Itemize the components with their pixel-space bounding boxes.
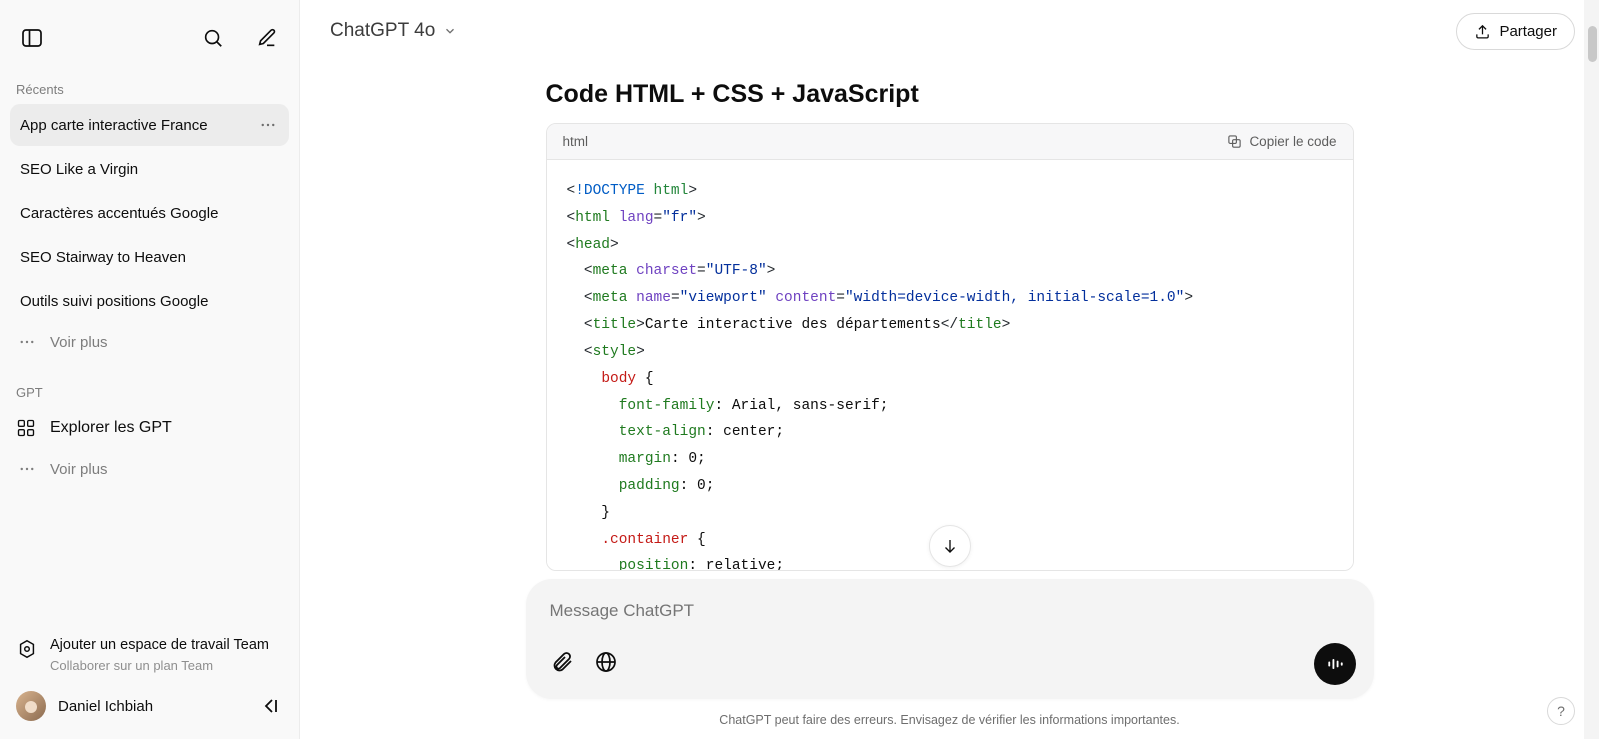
composer xyxy=(526,579,1374,699)
paperclip-icon xyxy=(550,650,574,674)
edit-icon xyxy=(256,27,278,49)
copy-icon xyxy=(1227,134,1242,149)
chat-item-label: SEO Like a Virgin xyxy=(20,161,138,178)
search-icon xyxy=(202,27,224,49)
sidebar-icon xyxy=(20,26,44,50)
see-more-label: Voir plus xyxy=(50,461,108,478)
avatar xyxy=(16,691,46,721)
see-more-recent[interactable]: Voir plus xyxy=(10,323,289,361)
dots-icon xyxy=(18,460,36,478)
add-team-workspace[interactable]: Ajouter un espace de travail Team Collab… xyxy=(10,626,289,681)
message-input[interactable] xyxy=(546,597,1356,625)
scrollbar-thumb[interactable] xyxy=(1588,26,1597,62)
attach-button[interactable] xyxy=(550,650,574,679)
copy-code-label: Copier le code xyxy=(1249,134,1336,149)
search-button[interactable] xyxy=(195,20,231,56)
chat-item[interactable]: SEO Like a Virgin xyxy=(10,148,289,190)
upload-icon xyxy=(1474,23,1491,40)
explore-gpt-button[interactable]: Explorer les GPT xyxy=(10,406,289,450)
dots-icon xyxy=(259,116,277,134)
share-label: Partager xyxy=(1499,23,1557,40)
code-header: html Copier le code xyxy=(547,124,1353,160)
toggle-sidebar-button[interactable] xyxy=(14,20,50,56)
message-title: Code HTML + CSS + JavaScript xyxy=(546,80,1354,109)
chat-item-label: App carte interactive France xyxy=(20,117,208,134)
grid-icon xyxy=(16,418,36,438)
code-block: html Copier le code <!DOCTYPE html> <htm… xyxy=(546,123,1354,571)
chat-item[interactable]: Outils suivi positions Google xyxy=(10,280,289,322)
user-name: Daniel Ichbiah xyxy=(58,698,153,715)
waveform-icon xyxy=(1325,654,1345,674)
section-title-recent: Récents xyxy=(10,76,289,103)
section-title-gpt: GPT xyxy=(10,379,289,406)
share-button[interactable]: Partager xyxy=(1456,13,1575,50)
question-icon: ? xyxy=(1557,703,1565,719)
chat-item-label: SEO Stairway to Heaven xyxy=(20,249,186,266)
code-body[interactable]: <!DOCTYPE html> <html lang="fr"> <head> … xyxy=(547,160,1353,570)
team-sub: Collaborer sur un plan Team xyxy=(50,658,269,673)
chat-item-label: Caractères accentués Google xyxy=(20,205,218,222)
globe-icon xyxy=(594,650,618,674)
footer-disclaimer: ChatGPT peut faire des erreurs. Envisage… xyxy=(300,713,1599,727)
see-more-gpt[interactable]: Voir plus xyxy=(10,450,289,488)
chat-item[interactable]: Caractères accentués Google xyxy=(10,192,289,234)
hex-icon xyxy=(16,638,38,660)
sidebar: Récents App carte interactive France SEO… xyxy=(0,0,300,739)
chat-item[interactable]: App carte interactive France xyxy=(10,104,289,146)
code-lang: html xyxy=(563,134,589,149)
collapse-in-icon xyxy=(259,694,283,718)
arrow-down-icon xyxy=(941,537,959,555)
chat-item-label: Outils suivi positions Google xyxy=(20,293,208,310)
composer-wrap xyxy=(526,579,1374,699)
user-menu[interactable]: Daniel Ichbiah xyxy=(10,681,289,727)
chevron-down-icon xyxy=(443,24,457,38)
team-title: Ajouter un espace de travail Team xyxy=(50,636,269,656)
voice-button[interactable] xyxy=(1314,643,1356,685)
model-selector[interactable]: ChatGPT 4o xyxy=(330,20,457,42)
scroll-down-button[interactable] xyxy=(929,525,971,567)
model-label: ChatGPT 4o xyxy=(330,20,435,42)
chat-item-more[interactable] xyxy=(257,114,279,136)
topbar: ChatGPT 4o Partager xyxy=(300,0,1599,62)
dots-icon xyxy=(18,333,36,351)
copy-code-button[interactable]: Copier le code xyxy=(1227,134,1336,149)
main: ChatGPT 4o Partager Code HTML + CSS + Ja… xyxy=(300,0,1599,739)
web-button[interactable] xyxy=(594,650,618,679)
sidebar-top xyxy=(10,12,289,74)
chat-item[interactable]: SEO Stairway to Heaven xyxy=(10,236,289,278)
explore-gpt-label: Explorer les GPT xyxy=(50,419,172,437)
help-button[interactable]: ? xyxy=(1547,697,1575,725)
new-chat-button[interactable] xyxy=(249,20,285,56)
see-more-label: Voir plus xyxy=(50,334,108,351)
